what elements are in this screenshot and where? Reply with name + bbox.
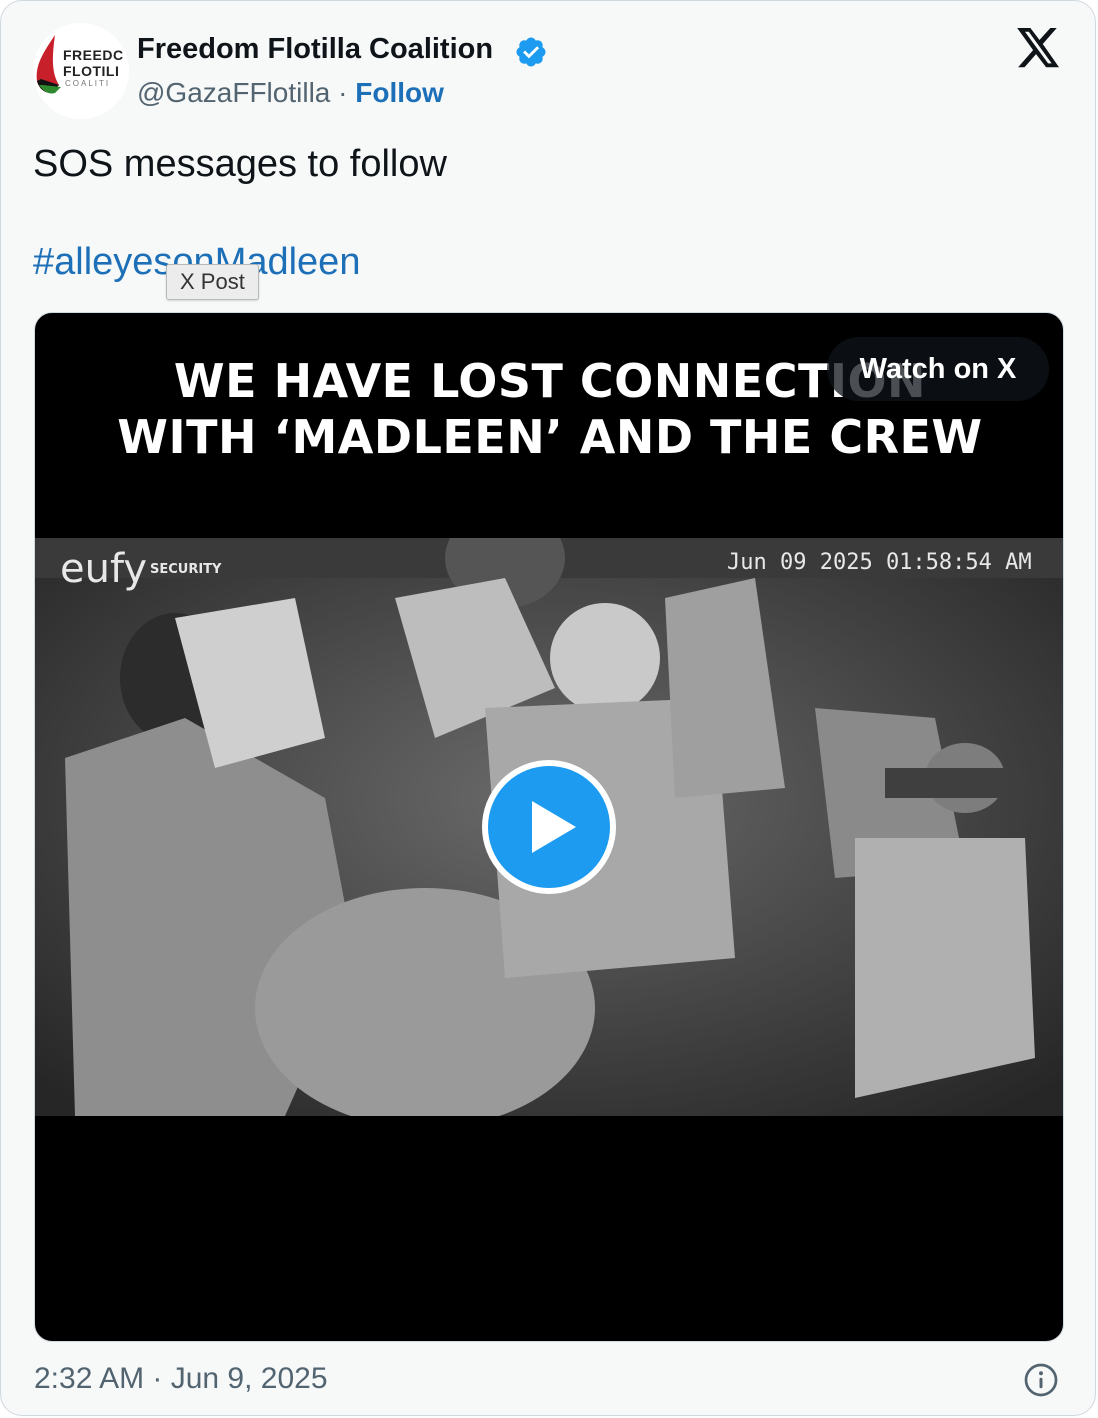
play-icon [532, 801, 576, 853]
post-text: SOS messages to follow [33, 143, 447, 185]
author-name[interactable]: Freedom Flotilla Coalition [137, 33, 493, 66]
avatar-logo-text: FREEDC [63, 47, 124, 63]
video-player[interactable]: WE HAVE LOST CONNECTION WITH ‘MADLEEN’ A… [34, 312, 1064, 1342]
watch-on-x-button[interactable]: Watch on X [827, 337, 1049, 401]
camera-brand-overlay: eufy [60, 546, 148, 592]
separator: · [338, 77, 348, 108]
info-icon[interactable] [1023, 1362, 1059, 1398]
author-handle-row: @GazaFFlotilla · Follow [137, 77, 444, 109]
flotilla-logo-flame-icon [36, 35, 61, 94]
post-timestamp[interactable]: 2:32 AM · Jun 9, 2025 [34, 1362, 328, 1396]
verified-badge-icon [516, 37, 546, 67]
camera-timestamp-overlay: Jun 09 2025 01:58:54 AM [727, 550, 1032, 575]
avatar-logo-text: FLOTILI [63, 63, 120, 79]
avatar-logo-text: COALITI [65, 79, 111, 88]
embedded-post-card[interactable]: FREEDC FLOTILI COALITI Freedom Flotilla … [0, 0, 1096, 1416]
camera-brand-sub-overlay: SECURITY [150, 562, 222, 577]
video-headline-line: WITH ‘MADLEEN’ AND THE CREW [117, 410, 983, 464]
x-logo-icon[interactable] [1017, 28, 1061, 68]
tooltip: X Post [166, 264, 259, 300]
follow-button[interactable]: Follow [355, 77, 444, 108]
play-button[interactable] [482, 760, 616, 894]
author-avatar[interactable]: FREEDC FLOTILI COALITI [33, 23, 129, 119]
author-handle[interactable]: @GazaFFlotilla [137, 77, 330, 108]
